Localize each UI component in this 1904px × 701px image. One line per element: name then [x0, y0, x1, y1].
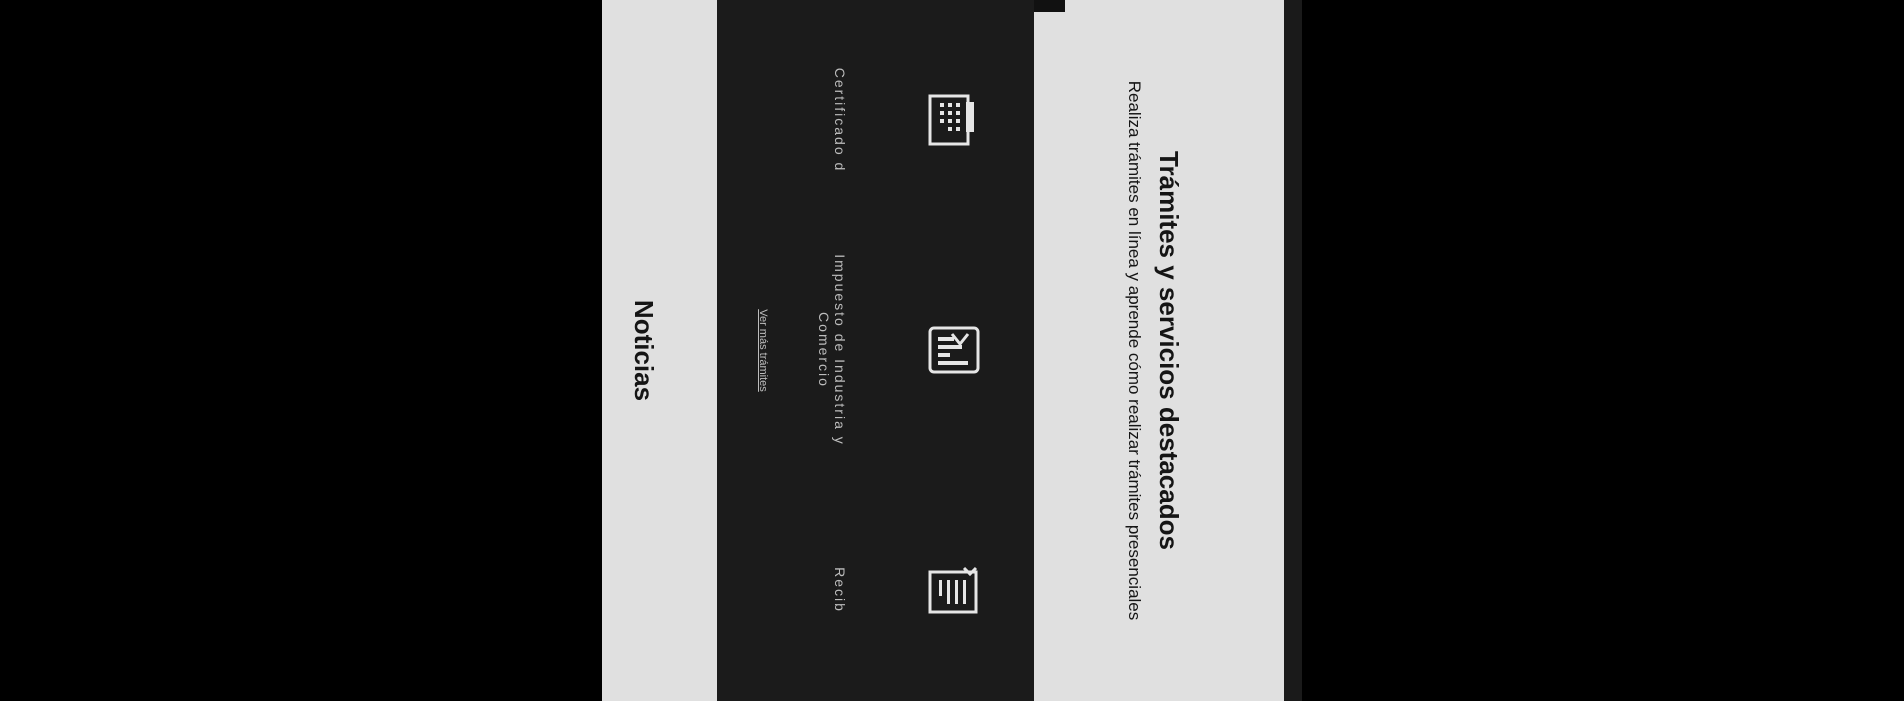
featured-title: Trámites y servicios destacados: [1154, 151, 1184, 550]
tramite-card-recibo[interactable]: Recib: [768, 470, 998, 701]
tramite-card-certificado[interactable]: Certificado d: [768, 0, 998, 240]
tramites-section: Certificado d Impuesto de Industria y Co…: [717, 0, 1034, 701]
news-section: Noticias: [602, 0, 717, 701]
featured-section: Trámites y servicios destacados Realiza …: [1034, 0, 1284, 701]
document-chart-icon: [928, 326, 980, 374]
tramite-label: Certificado d: [832, 67, 848, 173]
screen: Trámites y servicios destacados Realiza …: [0, 0, 1904, 701]
tramite-label: Recib: [832, 567, 848, 613]
header-tab: [1034, 0, 1065, 12]
tramite-label: Impuesto de Industria y Comercio: [816, 254, 848, 446]
tramite-card-impuesto[interactable]: Impuesto de Industria y Comercio: [768, 230, 998, 470]
news-title: Noticias: [629, 299, 659, 402]
rotated-page: Trámites y servicios destacados Realiza …: [602, 0, 1302, 701]
building-icon: [928, 94, 974, 146]
receipt-icon: [928, 566, 978, 614]
page-canvas: Trámites y servicios destacados Realiza …: [602, 0, 1302, 701]
see-more-tramites-link[interactable]: Ver más trámites: [757, 0, 769, 701]
featured-subtitle: Realiza trámites en línea y aprende cómo…: [1125, 80, 1144, 621]
top-strip: [1284, 0, 1302, 701]
